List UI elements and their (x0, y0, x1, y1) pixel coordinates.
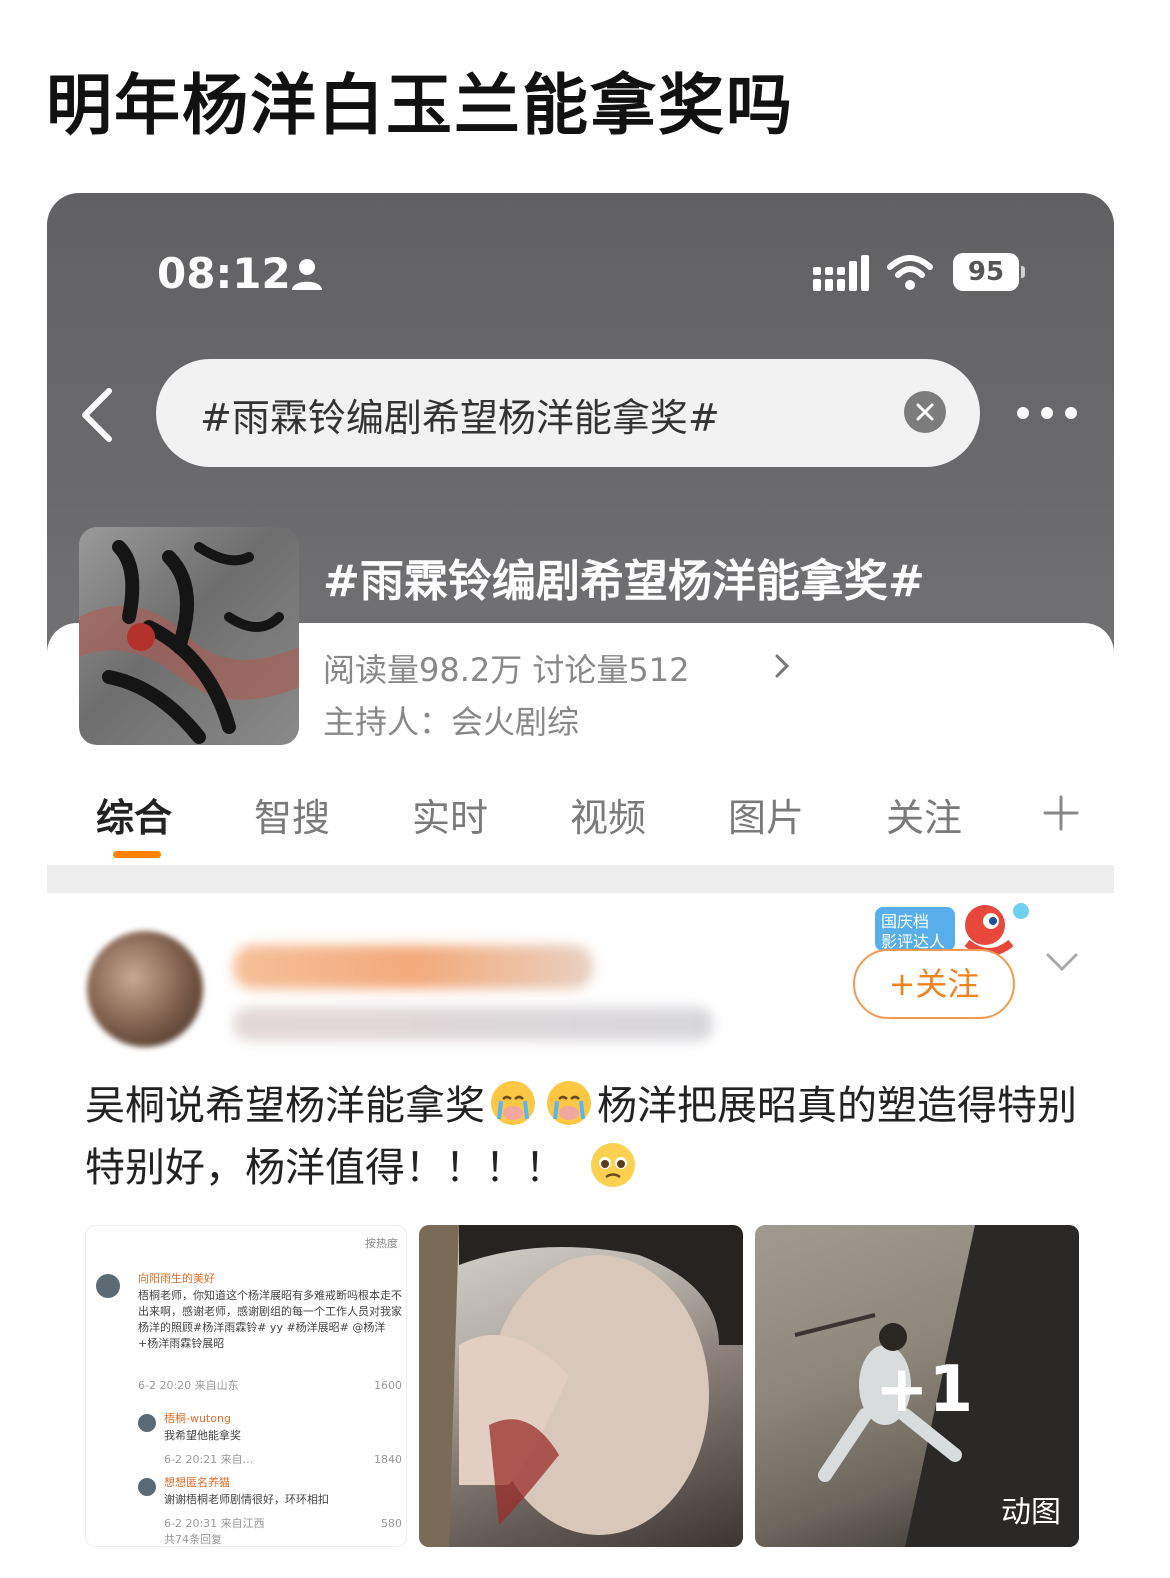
follow-button[interactable]: +关注 (853, 949, 1015, 1019)
gif-label: 动图 (1001, 1495, 1061, 1530)
reply-likes: 580 (381, 1517, 402, 1530)
reply-username: 梧桐-wutong (164, 1412, 231, 1425)
chevron-right-icon[interactable] (773, 653, 791, 679)
tab-following[interactable]: 关注 (886, 787, 962, 842)
sort-label: 按热度 (365, 1237, 398, 1250)
post-image-comments-screenshot[interactable]: 按热度 向阳雨生的美好 梧桐老师，你知道这个杨洋展昭有多难戒断吗根本走不出来啊，… (85, 1225, 407, 1547)
comment-text: 梧桐老师，你知道这个杨洋展昭有多难戒断吗根本走不出来啊，感谢老师，感谢剧组的每一… (138, 1289, 402, 1350)
post-text: 吴桐说希望杨洋能拿奖 杨洋把展昭真的塑造得特别特别好，杨洋值得！！！！ (85, 1075, 1085, 1199)
reply-avatar (138, 1478, 156, 1496)
search-input[interactable]: #雨霖铃编剧希望杨洋能拿奖# (156, 359, 980, 467)
section-divider (47, 865, 1114, 893)
reply-likes: 1840 (374, 1453, 402, 1466)
phone-screenshot: 08:12 95 #雨霖铃编剧希望杨洋能拿奖# #雨霖铃编剧希望杨洋能拿奖# 阅… (47, 193, 1114, 1578)
comment-avatar (96, 1274, 120, 1298)
more-images-count: +1 (875, 1353, 974, 1427)
tab-comprehensive[interactable]: 综合 (96, 787, 172, 842)
pleading-face-emoji-icon (591, 1143, 635, 1187)
crying-face-emoji-icon (491, 1081, 535, 1125)
comment-meta: 6-2 20:20 来自山东 (138, 1379, 239, 1392)
reply-avatar (138, 1414, 156, 1432)
add-tab-icon[interactable] (1043, 795, 1079, 831)
topic-host: 主持人：会火剧综 (323, 703, 580, 741)
wifi-icon (887, 255, 933, 290)
back-arrow-icon[interactable] (75, 385, 119, 445)
more-options-icon[interactable] (1015, 405, 1079, 421)
comment-likes: 1600 (374, 1379, 402, 1392)
reply-username: 想想匿名养猫 (164, 1476, 230, 1489)
user-avatar[interactable] (87, 931, 203, 1047)
tab-images[interactable]: 图片 (728, 787, 804, 842)
active-tab-indicator (113, 851, 161, 858)
battery-level: 95 (953, 253, 1019, 291)
post-title: 明年杨洋白玉兰能拿奖吗 (46, 67, 794, 144)
tab-smart-search[interactable]: 智搜 (254, 787, 330, 842)
post-text-part1: 吴桐说希望杨洋能拿奖 (85, 1083, 485, 1129)
post-image-actor-closeup[interactable] (419, 1225, 743, 1547)
topic-title: #雨霖铃编剧希望杨洋能拿奖# (323, 556, 925, 607)
person-icon (292, 259, 322, 290)
tab-realtime[interactable]: 实时 (412, 787, 488, 842)
username-redacted[interactable] (233, 945, 593, 989)
reply-count: 共74条回复 (164, 1533, 222, 1546)
tab-bar: 综合 智搜 实时 视频 图片 关注 (47, 773, 1114, 863)
reply-text: 我希望他能拿奖 (164, 1429, 241, 1442)
topic-stats: 阅读量98.2万 讨论量512 (323, 651, 690, 689)
crying-face-emoji-icon (547, 1081, 591, 1125)
post-image-action-gif[interactable]: +1 动图 (755, 1225, 1079, 1547)
reply-meta: 6-2 20:31 来自江西 (164, 1517, 265, 1530)
comment-username: 向阳雨生的美好 (138, 1272, 215, 1285)
tab-video[interactable]: 视频 (570, 787, 646, 842)
clear-icon[interactable] (904, 391, 946, 433)
chevron-down-icon[interactable] (1045, 951, 1079, 973)
post-meta-redacted (233, 1007, 713, 1041)
signal-icon (813, 255, 869, 291)
topic-cover-image (79, 527, 299, 745)
reply-meta: 6-2 20:21 来自... (164, 1453, 254, 1466)
battery-icon: 95 (953, 253, 1025, 291)
critic-badge-text: 国庆档 (881, 912, 929, 931)
status-time: 08:12 (157, 249, 291, 298)
reply-text: 谢谢梧桐老师剧情很好，环环相扣 (164, 1493, 329, 1506)
search-query: #雨霖铃编剧希望杨洋能拿奖# (200, 396, 720, 440)
